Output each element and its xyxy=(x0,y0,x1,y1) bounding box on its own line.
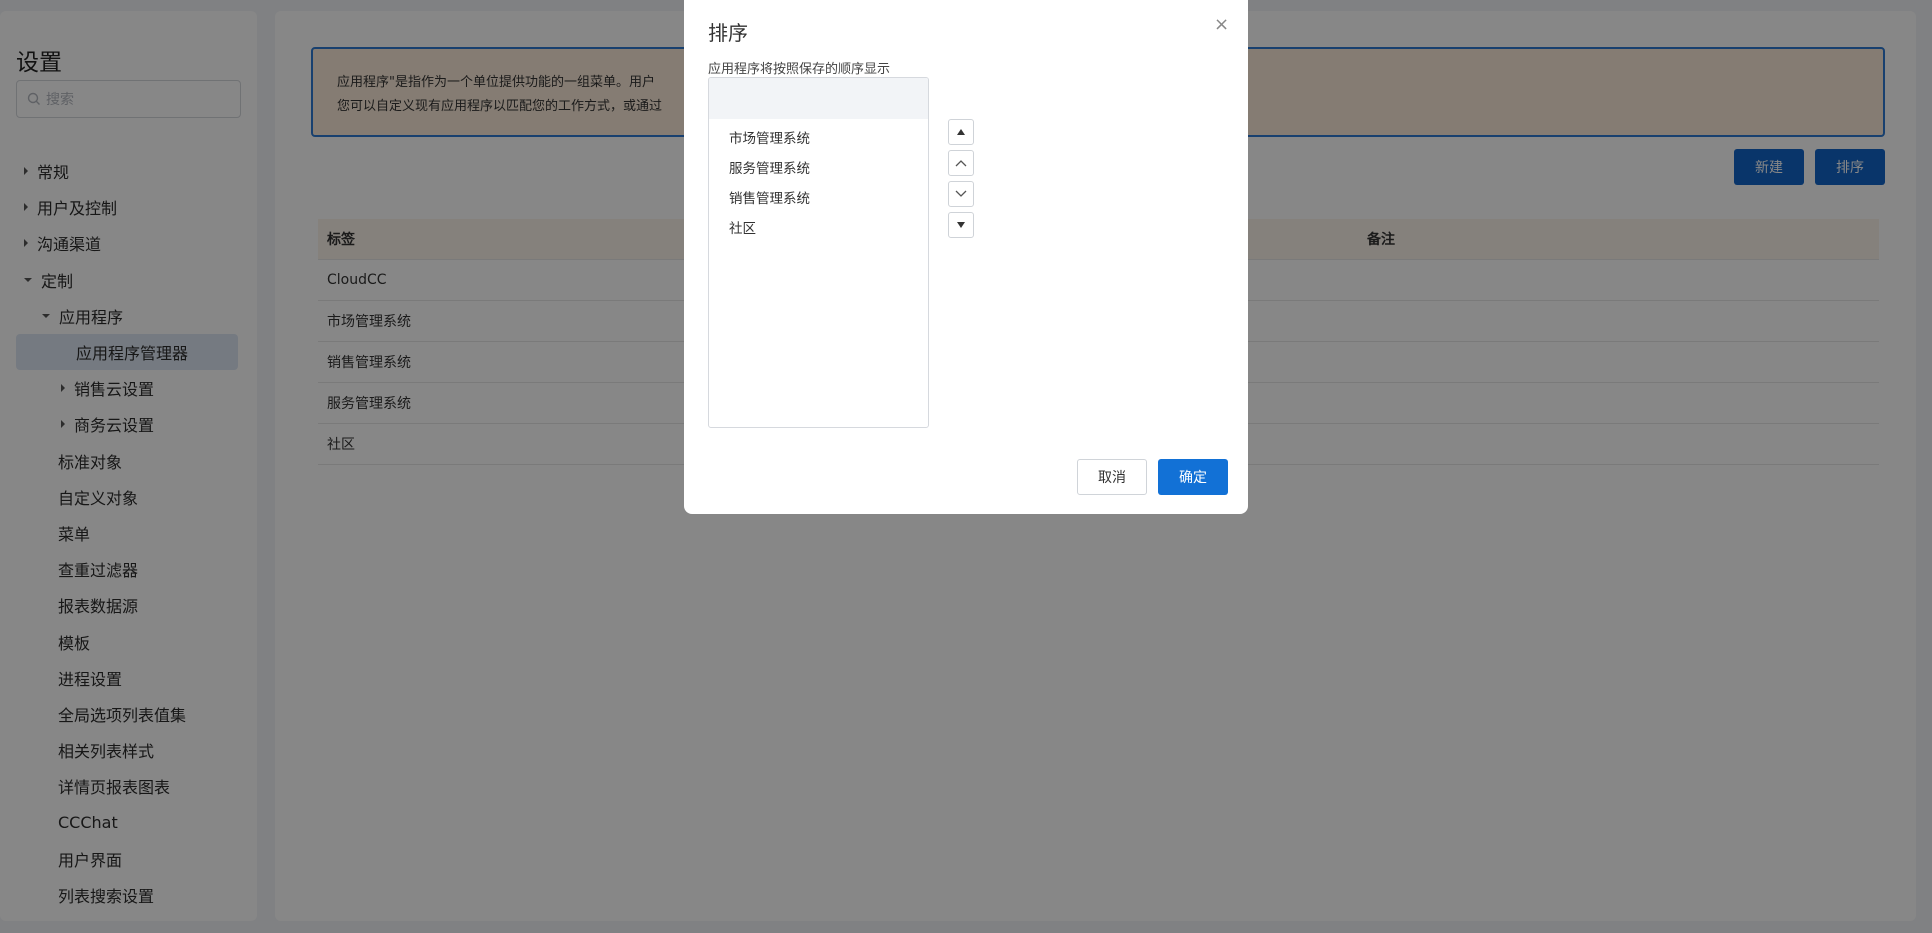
cancel-button[interactable]: 取消 xyxy=(1077,459,1147,495)
order-listbox[interactable]: 市场管理系统 服务管理系统 销售管理系统 社区 xyxy=(708,77,929,428)
confirm-button[interactable]: 确定 xyxy=(1158,459,1228,495)
dialog-hint: 应用程序将按照保存的顺序显示 xyxy=(708,62,891,77)
chevron-up-icon xyxy=(955,160,967,167)
triangle-up-icon xyxy=(957,129,965,135)
dialog-title: 排序 xyxy=(708,21,748,45)
list-item[interactable]: 销售管理系统 xyxy=(709,182,928,212)
move-up-button[interactable] xyxy=(948,150,974,176)
move-top-button[interactable] xyxy=(948,119,974,145)
chevron-down-icon xyxy=(955,190,967,197)
page: 设置 搜索 常规 用户及控制 沟通渠道 定制 应用程序 应用程序管理器 销售云设… xyxy=(0,0,1932,933)
move-down-button[interactable] xyxy=(948,181,974,207)
sort-dialog: 排序 × 应用程序将按照保存的顺序显示 市场管理系统 服务管理系统 销售管理系统… xyxy=(684,0,1248,514)
triangle-down-icon xyxy=(957,222,965,228)
list-item[interactable]: 市场管理系统 xyxy=(709,122,928,152)
move-bottom-button[interactable] xyxy=(948,212,974,238)
close-icon[interactable]: × xyxy=(1214,14,1229,35)
list-item[interactable]: 服务管理系统 xyxy=(709,152,928,182)
list-item[interactable]: 社区 xyxy=(709,212,928,242)
listbox-header xyxy=(709,78,928,119)
